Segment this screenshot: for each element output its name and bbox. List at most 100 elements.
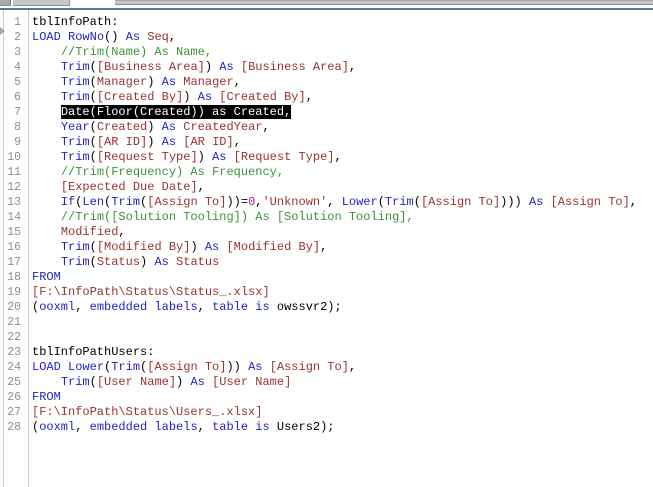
- code-token: ,: [629, 195, 637, 209]
- toolbar-strip: [0, 0, 653, 10]
- code-text: //Trim(Name) As Name,: [24, 45, 212, 60]
- code-text: Trim([Created By]) As [Created By],: [24, 90, 313, 105]
- code-token: ,: [348, 360, 357, 374]
- code-line[interactable]: 15 Modified,: [0, 225, 653, 240]
- line-number: 13: [7, 196, 21, 209]
- code-line[interactable]: 24 LOAD Lower(Trim([Assign To])) As [Assi…: [0, 360, 653, 375]
- code-line[interactable]: 8 Year(Created) As CreatedYear,: [0, 120, 653, 135]
- code-line[interactable]: 21: [0, 315, 653, 330]
- code-line[interactable]: 3 //Trim(Name) As Name,: [0, 45, 653, 60]
- code-token: Status: [176, 255, 220, 269]
- code-token: (: [89, 135, 97, 149]
- line-number: 27: [7, 406, 21, 419]
- code-token: CreatedYear: [183, 120, 263, 134]
- code-token: ,: [348, 60, 357, 74]
- line-number: 24: [7, 361, 21, 374]
- code-line[interactable]: 27 [F:\InfoPath\Status\Users_.xlsx]: [0, 405, 653, 420]
- code-line[interactable]: 19 [F:\InfoPath\Status\Status_.xlsx]: [0, 285, 653, 300]
- code-token: ))=: [226, 195, 249, 209]
- code-text: tblInfoPathUsers:: [24, 345, 154, 360]
- code-line[interactable]: 25 Trim([User Name]) As [User Name]: [0, 375, 653, 390]
- code-token: tblInfoPath:: [32, 15, 119, 29]
- code-line[interactable]: 2 LOAD RowNo() As Seq,: [0, 30, 653, 45]
- code-token: ): [176, 375, 191, 389]
- code-token: Manager: [183, 75, 234, 89]
- code-token: ,: [233, 75, 241, 89]
- code-token: (: [89, 75, 97, 89]
- selected-text[interactable]: Date(Floor(Created)) as Created,: [60, 105, 292, 119]
- code-token: [AR ID]: [183, 135, 234, 149]
- code-token: [Assign To]: [420, 195, 501, 209]
- code-line[interactable]: 18 FROM: [0, 270, 653, 285]
- code-line[interactable]: 22: [0, 330, 653, 345]
- code-token: ): [190, 240, 205, 254]
- code-token: ,: [75, 420, 90, 434]
- code-line[interactable]: 10 Trim([Request Type]) As [Request Type…: [0, 150, 653, 165]
- code-line[interactable]: 14 //Trim([Solution Tooling]) As [Soluti…: [0, 210, 653, 225]
- code-token: [Request Type]: [96, 150, 198, 164]
- code-text: Trim([Modified By]) As [Modified By],: [24, 240, 327, 255]
- code-token: (: [89, 150, 97, 164]
- code-line[interactable]: 6 Trim([Created By]) As [Created By],: [0, 90, 653, 105]
- code-line[interactable]: 5 Trim(Manager) As Manager,: [0, 75, 653, 90]
- code-token: (): [104, 30, 126, 44]
- code-token: RowNo: [68, 30, 105, 44]
- code-token: (: [89, 60, 97, 74]
- code-line[interactable]: 1 tblInfoPath:: [0, 15, 653, 30]
- code-line[interactable]: 20 (ooxml, embedded labels, table is owss…: [0, 300, 653, 315]
- code-token: Created: [96, 120, 148, 134]
- code-token: [Assign To]: [269, 360, 349, 374]
- code-token: embedded: [89, 300, 148, 314]
- code-text: [F:\InfoPath\Status\Status_.xlsx]: [24, 285, 270, 300]
- code-token: Lower: [341, 195, 378, 209]
- code-token: As: [125, 30, 141, 44]
- code-token: [Created By]: [219, 90, 306, 104]
- code-token: ))): [500, 195, 529, 209]
- code-token: [Request Type]: [233, 150, 335, 164]
- code-token: LOAD: [32, 30, 61, 44]
- code-line[interactable]: 26 FROM: [0, 390, 653, 405]
- code-token: As: [248, 360, 263, 374]
- code-token: FROM: [32, 270, 61, 284]
- code-text: FROM: [24, 390, 61, 405]
- code-token: labels: [154, 420, 198, 434]
- line-number: 10: [7, 151, 21, 164]
- code-text: //Trim(Frequency) As Frequency,: [24, 165, 284, 180]
- code-text: tblInfoPath:: [24, 15, 118, 30]
- code-line[interactable]: 13 If(Len(Trim([Assign To]))=0,'Unknown'…: [0, 195, 653, 210]
- code-text: (ooxml, embedded labels, table is owssvr…: [24, 300, 342, 315]
- code-text: Trim([Request Type]) As [Request Type],: [24, 150, 342, 165]
- line-number: 17: [7, 256, 21, 269]
- code-line[interactable]: 28 (ooxml, embedded labels, table is User…: [0, 420, 653, 435]
- code-line[interactable]: 17 Trim(Status) As Status: [0, 255, 653, 270]
- code-token: [F:\InfoPath\Status\Users_.xlsx]: [32, 405, 263, 419]
- code-token: Manager: [96, 75, 148, 89]
- line-number: 7: [14, 106, 21, 119]
- code-token: Seq: [147, 30, 169, 44]
- code-line[interactable]: 7 Date(Floor(Created)) as Created,: [0, 105, 653, 120]
- code-lines-container[interactable]: 1 tblInfoPath: 2 LOAD RowNo() As Seq, 3 //Tr…: [0, 15, 653, 435]
- script-editor[interactable]: 1 tblInfoPath: 2 LOAD RowNo() As Seq, 3 //Tr…: [0, 10, 653, 487]
- code-token: ): [147, 120, 162, 134]
- code-token: is: [255, 300, 270, 314]
- code-token: ooxml: [39, 300, 76, 314]
- line-number: 22: [7, 331, 21, 344]
- code-token: As: [161, 135, 177, 149]
- code-token: Users2);: [269, 420, 335, 434]
- code-token: ,: [327, 195, 342, 209]
- code-text: LOAD RowNo() As Seq,: [24, 30, 176, 45]
- code-line[interactable]: 11 //Trim(Frequency) As Frequency,: [0, 165, 653, 180]
- code-token: Trim: [111, 195, 141, 209]
- code-token: ,: [320, 240, 328, 254]
- code-line[interactable]: 23 tblInfoPathUsers:: [0, 345, 653, 360]
- toolbar-fragment-mid: [13, 0, 70, 6]
- code-line[interactable]: 9 Trim([AR ID]) As [AR ID],: [0, 135, 653, 150]
- code-line[interactable]: 4 Trim([Business Area]) As [Business Are…: [0, 60, 653, 75]
- code-line[interactable]: 16 Trim([Modified By]) As [Modified By],: [0, 240, 653, 255]
- code-line[interactable]: 12 [Expected Due Date],: [0, 180, 653, 195]
